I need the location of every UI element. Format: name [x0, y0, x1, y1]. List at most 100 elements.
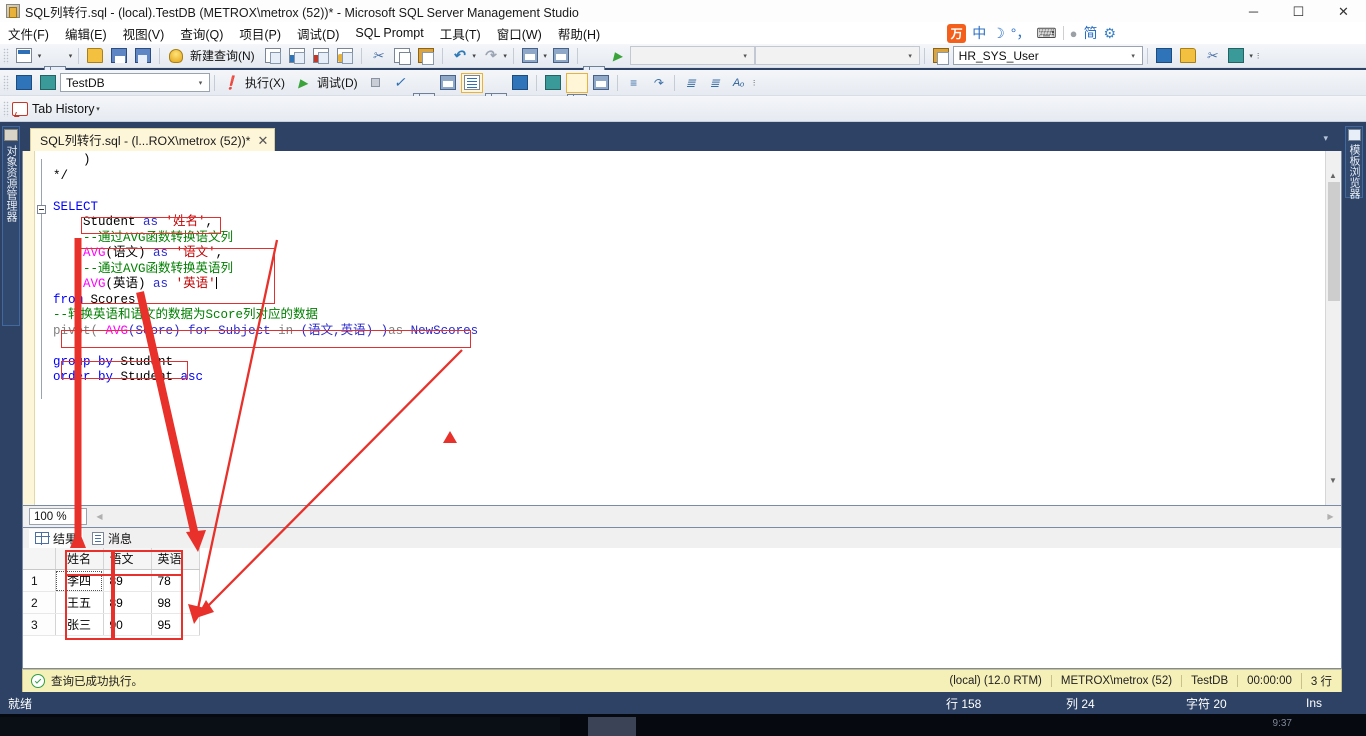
uncomment-button[interactable]: ↷	[647, 73, 669, 93]
cut-button[interactable]: ✂	[367, 46, 389, 66]
cell-english[interactable]: 95	[151, 613, 200, 636]
cell-name[interactable]: 王五	[55, 591, 104, 614]
menu-edit[interactable]: 编辑(E)	[57, 22, 115, 45]
find-button[interactable]	[582, 46, 605, 82]
tab-history-label[interactable]: Tab History	[32, 102, 95, 116]
editor-zoom-combo[interactable]: 100 % ▾	[29, 508, 87, 525]
results-to-file-button[interactable]	[590, 73, 612, 93]
ime-logo-icon[interactable]: 万	[947, 23, 967, 43]
menu-file[interactable]: 文件(F)	[0, 22, 57, 45]
ime-punctuation-icon[interactable]: °，	[1011, 23, 1031, 43]
undo-dropdown-icon[interactable]: ▾	[471, 46, 478, 66]
close-button[interactable]: ✕	[1321, 0, 1366, 22]
menu-window[interactable]: 窗口(W)	[489, 22, 550, 45]
ime-simplified-icon[interactable]: 简	[1083, 23, 1097, 43]
tab-strip-dropdown-icon[interactable]: ▾	[1323, 133, 1328, 144]
execute-button[interactable]: ❗	[220, 73, 242, 93]
toolbar-overflow-icon[interactable]: ⋮	[1255, 46, 1262, 66]
window-list-button[interactable]	[550, 46, 572, 66]
menu-debug[interactable]: 调试(D)	[289, 22, 347, 45]
row-number-cell[interactable]: 3	[23, 613, 56, 636]
minimize-button[interactable]: ─	[1231, 0, 1276, 22]
column-header-name[interactable]: 姓名	[55, 548, 104, 570]
maximize-button[interactable]: ☐	[1276, 0, 1321, 22]
new-query-button[interactable]	[165, 46, 187, 66]
menu-sql-prompt[interactable]: SQL Prompt	[347, 24, 431, 42]
toolbar-overflow-icon[interactable]: ⋮	[751, 73, 758, 93]
change-connection-button[interactable]	[37, 73, 59, 93]
editor-horizontal-scrollbar[interactable]: ◀ ▶	[93, 510, 1337, 523]
table-row[interactable]: 2 王五 89 98	[23, 591, 200, 614]
paste-button[interactable]	[415, 46, 437, 66]
database-combo[interactable]: TestDB ▾	[60, 73, 210, 92]
scrollbar-thumb[interactable]	[1328, 171, 1340, 301]
fold-collapse-icon[interactable]	[37, 205, 46, 214]
menu-tools[interactable]: 工具(T)	[432, 22, 489, 45]
sidebar-item-template-explorer[interactable]: 模板浏览器	[1345, 126, 1363, 199]
toolbar-grip[interactable]	[3, 74, 9, 91]
debug-label[interactable]: 调试(D)	[317, 74, 358, 91]
undo-button[interactable]: ↶	[448, 46, 470, 66]
toolbox-button[interactable]	[1225, 46, 1247, 66]
scroll-down-icon[interactable]: ▼	[1326, 474, 1340, 487]
results-to-grid-button[interactable]	[565, 72, 588, 110]
toolbar-grip[interactable]	[3, 47, 9, 64]
cell-chinese[interactable]: 89	[103, 591, 152, 614]
row-number-cell[interactable]: 2	[23, 591, 56, 614]
debug-target-combo[interactable]: ▾	[629, 46, 755, 65]
scroll-up-icon[interactable]: ▲	[1326, 169, 1340, 182]
new-item-dropdown-icon[interactable]: ▾	[67, 46, 74, 66]
ime-keyboard-icon[interactable]: ⌨	[1036, 25, 1056, 42]
menu-project[interactable]: 项目(P)	[231, 22, 289, 45]
redo-button[interactable]: ↷	[479, 46, 501, 66]
ime-user-icon[interactable]: ●	[1070, 26, 1078, 41]
decrease-indent-button[interactable]: ≣	[680, 73, 702, 93]
row-header-corner[interactable]	[23, 548, 56, 570]
tab-history-dropdown-icon[interactable]: ▾	[95, 99, 102, 119]
document-tab-sql[interactable]: SQL列转行.sql - (l...ROX\metrox (52))* ✕	[30, 128, 276, 151]
menu-help[interactable]: 帮助(H)	[550, 22, 608, 45]
column-header-chinese[interactable]: 语文	[103, 548, 152, 570]
new-project-button[interactable]	[13, 46, 35, 66]
menu-view[interactable]: 视图(V)	[115, 22, 173, 45]
navigate-backward-button[interactable]	[519, 46, 541, 66]
save-all-button[interactable]	[132, 46, 154, 66]
include-actual-plan-button[interactable]	[460, 72, 483, 93]
new-project-dropdown-icon[interactable]: ▾	[36, 46, 43, 66]
ime-moon-icon[interactable]: ☽	[992, 25, 1005, 42]
menu-query[interactable]: 查询(Q)	[172, 22, 231, 45]
table-row[interactable]: 1 李四 89 78	[23, 569, 200, 592]
tab-messages[interactable]: 消息	[86, 529, 138, 548]
parse-button[interactable]: ✓	[389, 73, 411, 93]
save-button[interactable]	[108, 46, 130, 66]
new-xmla-query-button[interactable]	[334, 46, 356, 66]
toolbar-grip[interactable]	[3, 100, 9, 117]
sidebar-item-object-explorer[interactable]: 对象资源管理器	[2, 126, 20, 326]
sqlcmd-mode-button[interactable]	[509, 73, 531, 93]
redo-dropdown-icon[interactable]: ▾	[502, 46, 509, 66]
editor-code-text[interactable]: ) */ SELECT Student as '姓名', --通过AVG函数转换语文…	[53, 153, 1315, 505]
display-estimated-plan-button[interactable]	[412, 73, 435, 109]
include-client-statistics-button[interactable]	[484, 73, 507, 109]
registered-servers-button[interactable]	[930, 46, 952, 66]
navigate-dropdown-icon[interactable]: ▾	[542, 46, 549, 66]
ime-settings-gear-icon[interactable]: ⚙	[1103, 25, 1116, 42]
new-query-label[interactable]: 新建查询(N)	[190, 47, 255, 64]
scroll-right-icon[interactable]: ▶	[1324, 510, 1337, 523]
tab-results-grid[interactable]: 结果	[29, 528, 84, 548]
toolbox-dropdown-icon[interactable]: ▾	[1248, 46, 1255, 66]
document-tab-close-icon[interactable]: ✕	[257, 134, 268, 147]
cell-chinese[interactable]: 90	[103, 613, 152, 636]
new-dmx-query-button[interactable]	[310, 46, 332, 66]
ime-chinese-mode-icon[interactable]: 中	[972, 23, 986, 43]
row-number-cell[interactable]: 1	[23, 569, 56, 592]
new-mdx-query-button[interactable]	[286, 46, 308, 66]
cell-chinese[interactable]: 89	[103, 569, 152, 592]
object-explorer-button[interactable]	[1153, 46, 1175, 66]
table-row[interactable]: 3 张三 90 95	[23, 613, 200, 636]
new-db-query-button[interactable]	[262, 46, 284, 66]
cell-english[interactable]: 78	[151, 569, 200, 592]
specify-values-button[interactable]: Aₒ	[728, 73, 750, 93]
execute-label[interactable]: 执行(X)	[245, 74, 285, 91]
cell-name[interactable]: 李四	[55, 569, 104, 592]
